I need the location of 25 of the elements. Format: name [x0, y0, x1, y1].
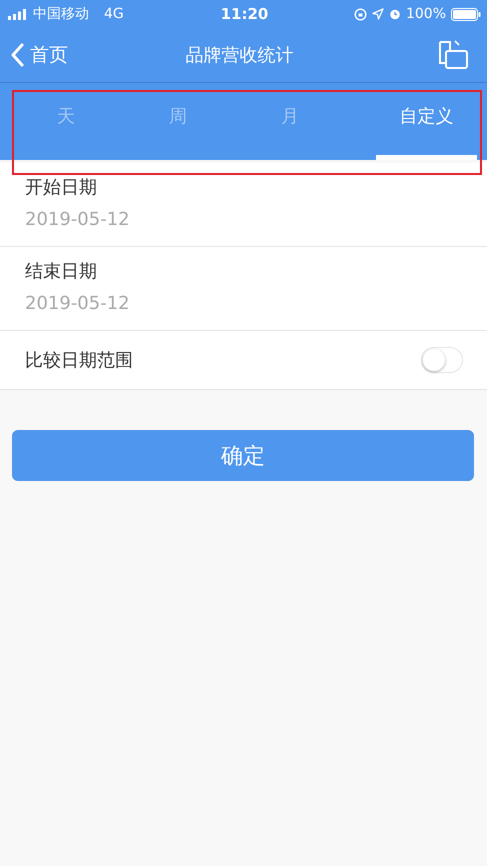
back-button[interactable]: 首页 [10, 42, 68, 68]
network-type: 4G [104, 6, 124, 22]
back-icon [10, 43, 24, 67]
date-row[interactable]: 开始日期 2019-05-12 [0, 163, 487, 247]
field-label: 结束日期 [25, 260, 98, 283]
tab[interactable]: 周 [122, 83, 234, 160]
tab[interactable]: 天 [10, 83, 122, 160]
field-label: 比较日期范围 [25, 349, 133, 372]
page-title: 品牌营收统计 [186, 44, 294, 67]
toggle-switch[interactable] [421, 347, 463, 373]
signal-icon [8, 8, 28, 20]
field-label: 开始日期 [25, 176, 98, 199]
location-icon [372, 8, 384, 20]
rotation-lock-icon [354, 8, 367, 20]
tab[interactable]: 月 [234, 83, 346, 160]
date-value: 2019-05-12 [25, 293, 131, 314]
date-row[interactable]: 结束日期 2019-05-12 [0, 247, 487, 331]
confirm-button[interactable]: 确定 [12, 430, 474, 481]
date-value: 2019-05-12 [25, 209, 131, 230]
carrier-name: 中国移动 [33, 5, 89, 23]
alarm-icon [388, 8, 401, 20]
battery-percent: 100% [406, 6, 446, 22]
status-time: 11:20 [220, 5, 268, 23]
battery-icon [451, 8, 481, 20]
copy-icon[interactable] [437, 39, 469, 71]
